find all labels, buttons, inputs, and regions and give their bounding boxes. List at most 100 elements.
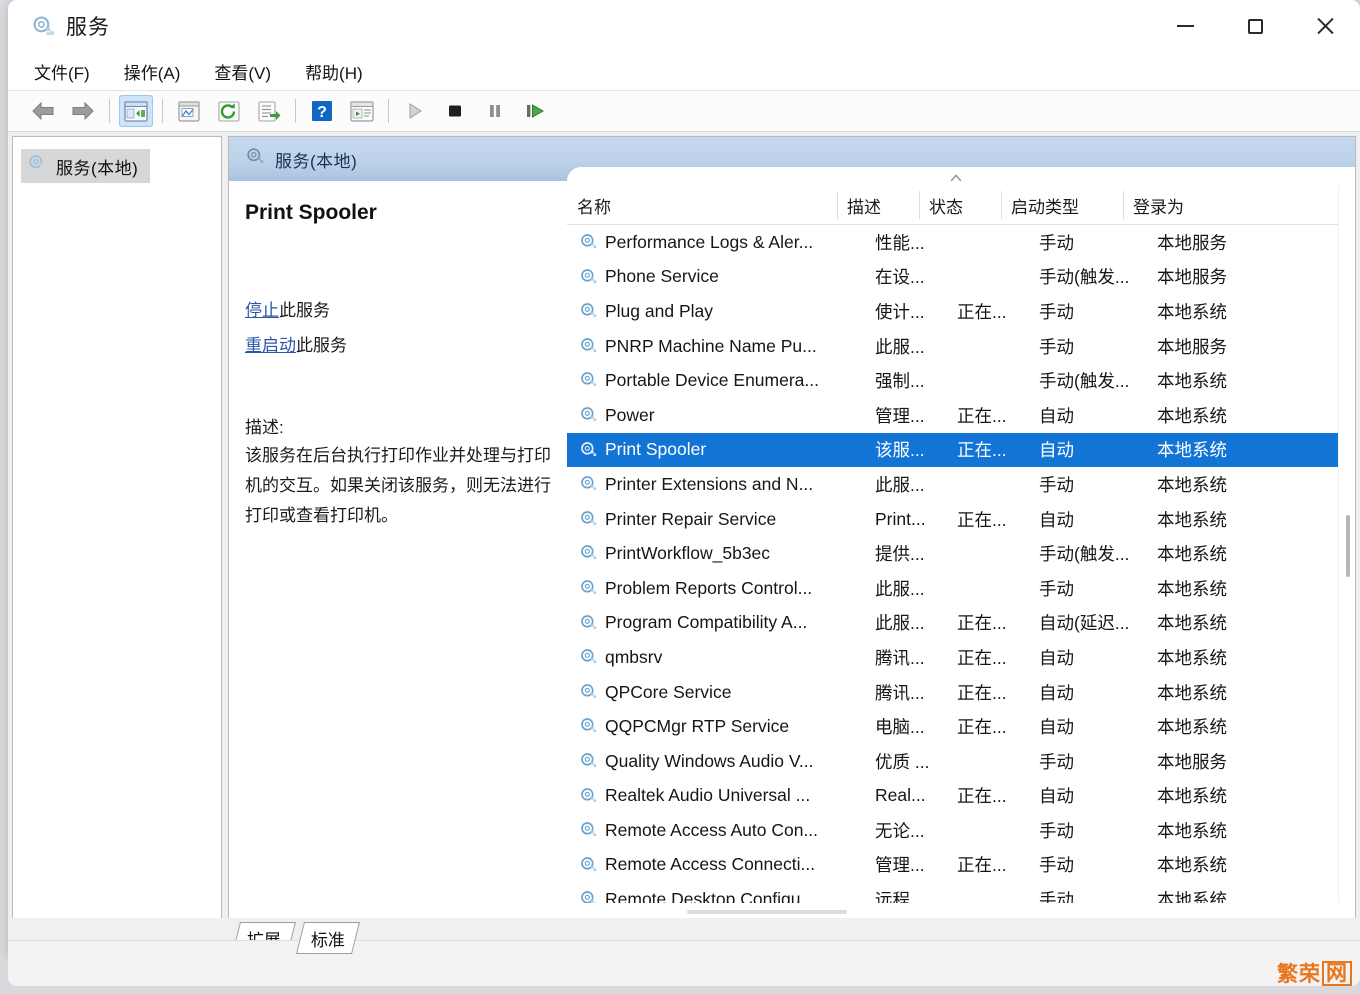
forward-icon[interactable]: [66, 95, 100, 127]
refresh-icon[interactable]: [212, 95, 246, 127]
stop-service-link[interactable]: 停止: [245, 301, 279, 320]
toolbar-separator: [295, 99, 296, 123]
menu-action[interactable]: 操作(A): [120, 57, 185, 86]
table-row[interactable]: Portable Device Enumera...强制...手动(触发...本…: [567, 363, 1355, 398]
help-icon[interactable]: ?: [305, 95, 339, 127]
table-row[interactable]: Performance Logs & Aler...性能...手动本地服务: [567, 225, 1355, 260]
watermark-boxed-char: 网: [1322, 961, 1352, 986]
cell-logon-as: 本地系统: [1157, 887, 1267, 903]
cell-description: 电脑...: [875, 714, 947, 739]
stop-service-line: 停止此服务: [245, 296, 330, 321]
services-list-panel: 名称 描述 状态 启动类型 登录为: [567, 167, 1355, 921]
service-gear-icon: [579, 613, 599, 633]
column-divider[interactable]: [1001, 191, 1002, 219]
menu-file[interactable]: 文件(F): [30, 57, 94, 86]
table-row[interactable]: QPCore Service腾讯...正在...自动本地系统: [567, 675, 1355, 710]
menu-view[interactable]: 查看(V): [210, 57, 275, 86]
menu-help[interactable]: 帮助(H): [301, 57, 367, 86]
column-divider[interactable]: [837, 191, 838, 219]
service-gear-icon: [579, 370, 599, 390]
export-icon[interactable]: [252, 95, 286, 127]
table-row[interactable]: PNRP Machine Name Pu...此服...手动本地服务: [567, 329, 1355, 364]
column-header-status[interactable]: 状态: [919, 185, 1001, 225]
cell-description: 管理...: [875, 403, 947, 428]
column-header-startup-type[interactable]: 启动类型: [1001, 185, 1123, 225]
table-row[interactable]: Plug and Play使计...正在...手动本地系统: [567, 294, 1355, 329]
cell-logon-as: 本地系统: [1157, 610, 1267, 635]
cell-name: Remote Access Connecti...: [605, 854, 890, 875]
services-gear-icon: [30, 13, 56, 39]
cell-startup-type: 手动: [1039, 299, 1151, 324]
services-rows: Performance Logs & Aler...性能...手动本地服务 Ph…: [567, 225, 1355, 903]
toolbar-separator: [388, 99, 389, 123]
cell-description: Real...: [875, 785, 947, 806]
cell-name: Remote Desktop Configu...: [605, 889, 890, 903]
table-row[interactable]: Printer Extensions and N...此服...手动本地系统: [567, 467, 1355, 502]
cell-logon-as: 本地系统: [1157, 368, 1267, 393]
cell-logon-as: 本地服务: [1157, 334, 1267, 359]
table-row[interactable]: QQPCMgr RTP Service电脑...正在...自动本地系统: [567, 709, 1355, 744]
table-row[interactable]: Remote Access Connecti...管理...正在...手动本地系…: [567, 848, 1355, 883]
cell-startup-type: 手动(触发...: [1039, 264, 1151, 289]
table-row[interactable]: Realtek Audio Universal ...Real...正在...自…: [567, 779, 1355, 814]
cell-name: PrintWorkflow_5b3ec: [605, 543, 890, 564]
column-header-logon-as[interactable]: 登录为: [1123, 185, 1243, 225]
cell-name: Performance Logs & Aler...: [605, 232, 890, 253]
horizontal-scrollbar-thumb[interactable]: [687, 910, 847, 914]
sidebar-item-services-local[interactable]: 服务(本地): [21, 149, 150, 183]
back-icon[interactable]: [26, 95, 60, 127]
table-row-selected[interactable]: Print Spooler该服...正在...自动本地系统: [567, 433, 1355, 468]
cell-name: Printer Repair Service: [605, 509, 890, 530]
status-bar: [8, 940, 1360, 986]
table-row[interactable]: Power管理...正在...自动本地系统: [567, 398, 1355, 433]
minimize-button[interactable]: [1150, 0, 1220, 52]
cell-startup-type: 手动: [1039, 749, 1151, 774]
list-column-headers: 名称 描述 状态 启动类型 登录为: [567, 185, 1355, 225]
table-row[interactable]: Problem Reports Control...此服...手动本地系统: [567, 571, 1355, 606]
column-divider[interactable]: [1123, 191, 1124, 219]
tab-standard[interactable]: 标准: [296, 922, 360, 954]
table-row[interactable]: qmbsrv腾讯...正在...自动本地系统: [567, 640, 1355, 675]
cell-name: Phone Service: [605, 266, 890, 287]
cell-startup-type: 自动: [1039, 783, 1151, 808]
cell-name: Power: [605, 405, 890, 426]
table-row[interactable]: Remote Access Auto Con...无论...手动本地系统: [567, 813, 1355, 848]
description-label: 描述:: [245, 413, 284, 438]
service-gear-icon: [579, 786, 599, 806]
restart-service-link[interactable]: 重启动: [245, 336, 296, 355]
cell-logon-as: 本地系统: [1157, 403, 1267, 428]
maximize-button[interactable]: [1220, 0, 1290, 52]
toolbar-separator: [109, 99, 110, 123]
cell-startup-type: 自动: [1039, 680, 1151, 705]
column-header-description[interactable]: 描述: [837, 185, 919, 225]
table-row[interactable]: Program Compatibility A...此服...正在...自动(延…: [567, 606, 1355, 641]
column-header-name[interactable]: 名称: [567, 185, 837, 225]
vertical-scrollbar[interactable]: [1338, 185, 1355, 903]
display-icon[interactable]: [345, 95, 379, 127]
start-service-icon[interactable]: [398, 95, 432, 127]
service-gear-icon: [579, 855, 599, 875]
properties-icon[interactable]: [172, 95, 206, 127]
pause-service-icon[interactable]: [478, 95, 512, 127]
stop-service-icon[interactable]: [438, 95, 472, 127]
cell-status: 正在...: [957, 645, 1029, 670]
cell-status: 正在...: [957, 299, 1029, 324]
show-tree-icon[interactable]: [119, 95, 153, 127]
cell-startup-type: 手动: [1039, 818, 1151, 843]
cell-startup-type: 手动: [1039, 887, 1151, 903]
table-row[interactable]: Quality Windows Audio V...优质 ...手动本地服务: [567, 744, 1355, 779]
cell-startup-type: 手动: [1039, 472, 1151, 497]
table-row[interactable]: PrintWorkflow_5b3ec提供...手动(触发...本地系统: [567, 536, 1355, 571]
column-divider[interactable]: [919, 191, 920, 219]
table-row[interactable]: Phone Service在设...手动(触发...本地服务: [567, 260, 1355, 295]
table-row[interactable]: Remote Desktop Configu...远程...手动本地系统: [567, 882, 1355, 903]
close-button[interactable]: [1290, 0, 1360, 52]
vertical-scrollbar-thumb[interactable]: [1346, 515, 1350, 577]
cell-startup-type: 手动: [1039, 334, 1151, 359]
cell-logon-as: 本地服务: [1157, 749, 1267, 774]
cell-startup-type: 手动: [1039, 230, 1151, 255]
table-row[interactable]: Printer Repair ServicePrint...正在...自动本地系…: [567, 502, 1355, 537]
cell-name: Printer Extensions and N...: [605, 474, 890, 495]
restart-service-icon[interactable]: [518, 95, 552, 127]
service-gear-icon: [579, 682, 599, 702]
